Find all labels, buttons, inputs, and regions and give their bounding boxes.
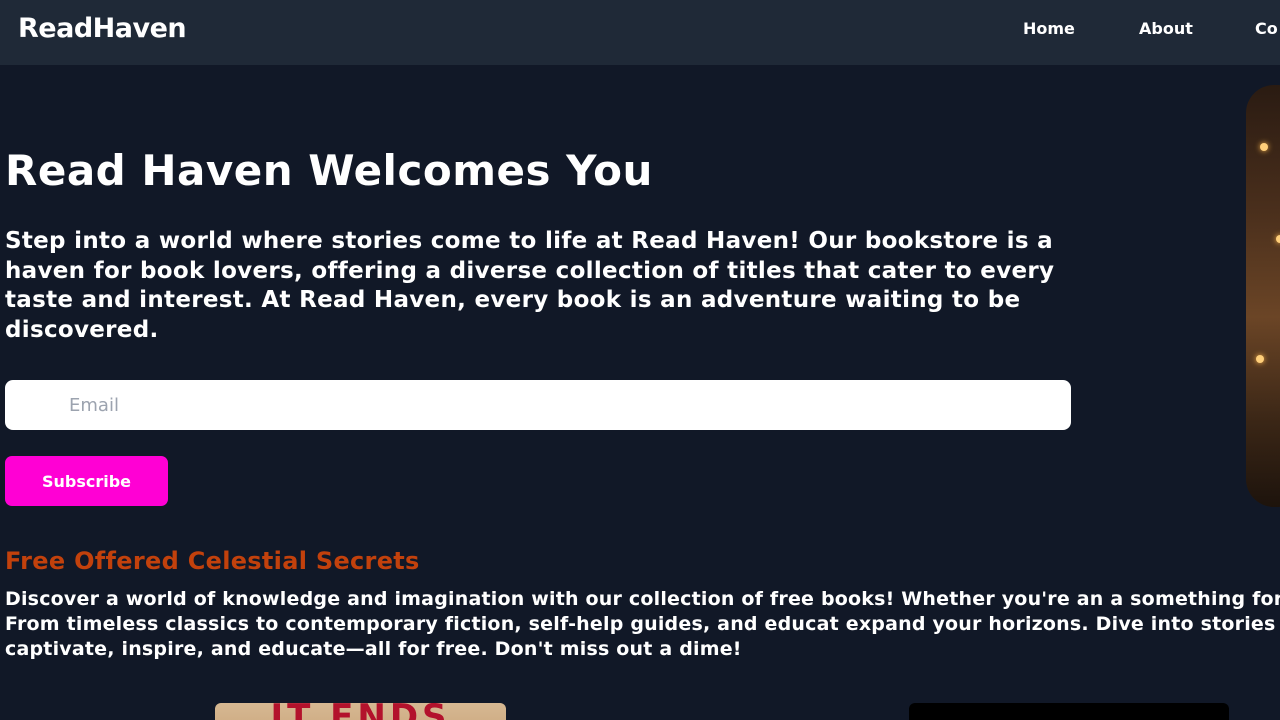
hero-title: Read Haven Welcomes You	[5, 146, 653, 195]
nav-link-home[interactable]: Home	[1023, 19, 1075, 38]
nav-link-about[interactable]: About	[1139, 19, 1193, 38]
brand-logo[interactable]: ReadHaven	[18, 13, 187, 44]
book-card[interactable]	[909, 703, 1229, 720]
free-books-description: Discover a world of knowledge and imagin…	[5, 588, 1280, 660]
hero-description: Step into a world where stories come to …	[5, 228, 1055, 343]
free-books-title: Free Offered Celestial Secrets	[5, 547, 420, 575]
nav-link-contact[interactable]: Co	[1255, 19, 1278, 38]
top-navbar: ReadHaven Home About Co	[0, 0, 1280, 65]
book-cover-title: IT ENDS	[215, 703, 506, 720]
email-input[interactable]	[5, 380, 1071, 430]
hero-bookstore-image	[1246, 85, 1280, 507]
lamp-light	[1260, 143, 1268, 151]
lamp-light	[1276, 235, 1280, 243]
lamp-light	[1256, 355, 1264, 363]
book-card[interactable]: IT ENDS	[215, 703, 506, 720]
subscribe-button[interactable]: Subscribe	[5, 456, 168, 506]
